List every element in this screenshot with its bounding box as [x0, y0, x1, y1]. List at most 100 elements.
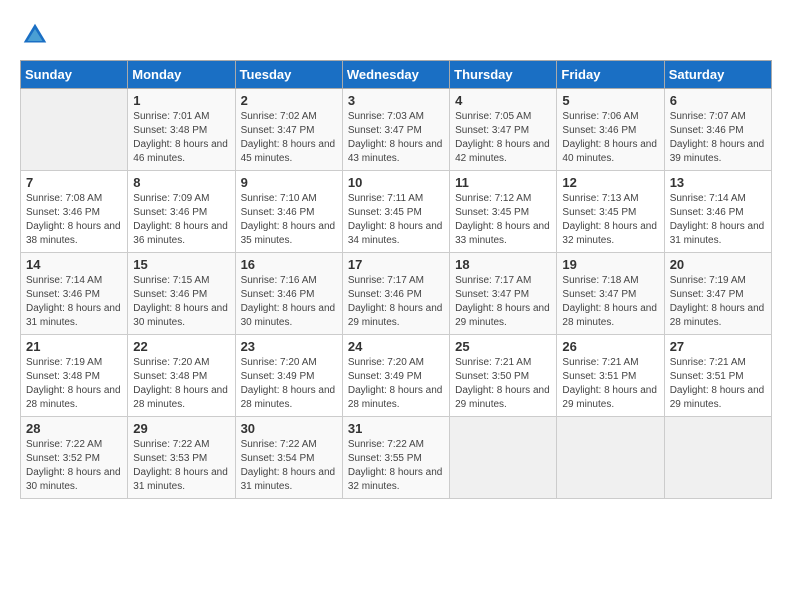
day-info: Sunrise: 7:20 AMSunset: 3:49 PMDaylight:…	[348, 356, 444, 412]
logo-icon	[20, 20, 50, 50]
day-cell: 1Sunrise: 7:01 AMSunset: 3:48 PMDaylight…	[128, 89, 235, 171]
col-sunday: Sunday	[21, 61, 128, 89]
day-info: Sunrise: 7:22 AMSunset: 3:53 PMDaylight:…	[133, 438, 229, 494]
day-number: 12	[562, 175, 658, 190]
week-row-4: 21 Sunrise: 7:19 AMSunset: 3:48 PMDayligh…	[21, 335, 772, 417]
day-info: Sunrise: 7:22 AMSunset: 3:55 PMDaylight:…	[348, 438, 444, 494]
day-number: 23	[241, 339, 337, 354]
day-number: 15	[133, 257, 229, 272]
day-number: 31	[348, 421, 444, 436]
day-cell	[450, 417, 557, 499]
day-info: Sunrise: 7:20 AMSunset: 3:49 PMDaylight:…	[241, 356, 337, 412]
day-cell: 7 Sunrise: 7:08 AMSunset: 3:46 PMDaylight…	[21, 171, 128, 253]
day-info: Sunrise: 7:20 AMSunset: 3:48 PMDaylight:…	[133, 356, 229, 412]
day-number: 19	[562, 257, 658, 272]
day-cell: 20 Sunrise: 7:19 AMSunset: 3:47 PMDayligh…	[664, 253, 771, 335]
day-number: 28	[26, 421, 122, 436]
day-cell	[21, 89, 128, 171]
day-number: 3	[348, 93, 444, 108]
day-info: Sunrise: 7:21 AMSunset: 3:51 PMDaylight:…	[562, 356, 658, 412]
day-info: Sunrise: 7:21 AMSunset: 3:51 PMDaylight:…	[670, 356, 766, 412]
day-number: 6	[670, 93, 766, 108]
day-number: 14	[26, 257, 122, 272]
day-info: Sunrise: 7:10 AMSunset: 3:46 PMDaylight:…	[241, 192, 337, 248]
week-row-5: 28 Sunrise: 7:22 AMSunset: 3:52 PMDayligh…	[21, 417, 772, 499]
day-cell: 28 Sunrise: 7:22 AMSunset: 3:52 PMDayligh…	[21, 417, 128, 499]
day-info: Sunrise: 7:06 AMSunset: 3:46 PMDaylight:…	[562, 110, 658, 166]
day-cell	[557, 417, 664, 499]
day-cell: 19 Sunrise: 7:18 AMSunset: 3:47 PMDayligh…	[557, 253, 664, 335]
day-number: 10	[348, 175, 444, 190]
day-info: Sunrise: 7:19 AMSunset: 3:48 PMDaylight:…	[26, 356, 122, 412]
day-number: 5	[562, 93, 658, 108]
day-cell: 14Sunrise: 7:14 AMSunset: 3:46 PMDayligh…	[21, 253, 128, 335]
day-cell: 13Sunrise: 7:14 AMSunset: 3:46 PMDayligh…	[664, 171, 771, 253]
day-cell: 6 Sunrise: 7:07 AMSunset: 3:46 PMDaylight…	[664, 89, 771, 171]
day-cell: 18 Sunrise: 7:17 AMSunset: 3:47 PMDayligh…	[450, 253, 557, 335]
day-info: Sunrise: 7:17 AMSunset: 3:46 PMDaylight:…	[348, 274, 444, 330]
day-number: 4	[455, 93, 551, 108]
day-number: 16	[241, 257, 337, 272]
day-cell: 10 Sunrise: 7:11 AMSunset: 3:45 PMDayligh…	[342, 171, 449, 253]
day-cell: 8 Sunrise: 7:09 AMSunset: 3:46 PMDaylight…	[128, 171, 235, 253]
day-cell: 9 Sunrise: 7:10 AMSunset: 3:46 PMDaylight…	[235, 171, 342, 253]
day-number: 17	[348, 257, 444, 272]
day-number: 18	[455, 257, 551, 272]
col-monday: Monday	[128, 61, 235, 89]
day-cell: 4Sunrise: 7:05 AMSunset: 3:47 PMDaylight…	[450, 89, 557, 171]
day-number: 29	[133, 421, 229, 436]
col-saturday: Saturday	[664, 61, 771, 89]
calendar-body: 1Sunrise: 7:01 AMSunset: 3:48 PMDaylight…	[21, 89, 772, 499]
week-row-2: 7 Sunrise: 7:08 AMSunset: 3:46 PMDaylight…	[21, 171, 772, 253]
day-info: Sunrise: 7:02 AMSunset: 3:47 PMDaylight:…	[241, 110, 337, 166]
day-cell: 16Sunrise: 7:16 AMSunset: 3:46 PMDayligh…	[235, 253, 342, 335]
day-info: Sunrise: 7:18 AMSunset: 3:47 PMDaylight:…	[562, 274, 658, 330]
day-number: 7	[26, 175, 122, 190]
day-cell: 30Sunrise: 7:22 AMSunset: 3:54 PMDayligh…	[235, 417, 342, 499]
day-info: Sunrise: 7:12 AMSunset: 3:45 PMDaylight:…	[455, 192, 551, 248]
day-cell: 17 Sunrise: 7:17 AMSunset: 3:46 PMDayligh…	[342, 253, 449, 335]
calendar-header: Sunday Monday Tuesday Wednesday Thursday…	[21, 61, 772, 89]
day-cell: 3 Sunrise: 7:03 AMSunset: 3:47 PMDaylight…	[342, 89, 449, 171]
day-number: 13	[670, 175, 766, 190]
day-number: 9	[241, 175, 337, 190]
day-number: 20	[670, 257, 766, 272]
day-info: Sunrise: 7:11 AMSunset: 3:45 PMDaylight:…	[348, 192, 444, 248]
day-number: 21	[26, 339, 122, 354]
day-cell: 5 Sunrise: 7:06 AMSunset: 3:46 PMDaylight…	[557, 89, 664, 171]
day-cell: 25Sunrise: 7:21 AMSunset: 3:50 PMDayligh…	[450, 335, 557, 417]
day-cell: 21 Sunrise: 7:19 AMSunset: 3:48 PMDayligh…	[21, 335, 128, 417]
col-tuesday: Tuesday	[235, 61, 342, 89]
logo	[20, 20, 54, 50]
page-header	[20, 20, 772, 50]
day-cell: 23 Sunrise: 7:20 AMSunset: 3:49 PMDayligh…	[235, 335, 342, 417]
day-number: 27	[670, 339, 766, 354]
day-number: 22	[133, 339, 229, 354]
day-info: Sunrise: 7:15 AMSunset: 3:46 PMDaylight:…	[133, 274, 229, 330]
day-info: Sunrise: 7:17 AMSunset: 3:47 PMDaylight:…	[455, 274, 551, 330]
day-cell: 12 Sunrise: 7:13 AMSunset: 3:45 PMDayligh…	[557, 171, 664, 253]
day-cell: 15 Sunrise: 7:15 AMSunset: 3:46 PMDayligh…	[128, 253, 235, 335]
day-number: 26	[562, 339, 658, 354]
day-number: 11	[455, 175, 551, 190]
day-info: Sunrise: 7:07 AMSunset: 3:46 PMDaylight:…	[670, 110, 766, 166]
col-friday: Friday	[557, 61, 664, 89]
day-info: Sunrise: 7:13 AMSunset: 3:45 PMDaylight:…	[562, 192, 658, 248]
day-info: Sunrise: 7:03 AMSunset: 3:47 PMDaylight:…	[348, 110, 444, 166]
day-cell	[664, 417, 771, 499]
week-row-1: 1Sunrise: 7:01 AMSunset: 3:48 PMDaylight…	[21, 89, 772, 171]
day-number: 30	[241, 421, 337, 436]
week-row-3: 14Sunrise: 7:14 AMSunset: 3:46 PMDayligh…	[21, 253, 772, 335]
day-info: Sunrise: 7:08 AMSunset: 3:46 PMDaylight:…	[26, 192, 122, 248]
calendar-table: Sunday Monday Tuesday Wednesday Thursday…	[20, 60, 772, 499]
day-info: Sunrise: 7:19 AMSunset: 3:47 PMDaylight:…	[670, 274, 766, 330]
day-info: Sunrise: 7:09 AMSunset: 3:46 PMDaylight:…	[133, 192, 229, 248]
day-number: 8	[133, 175, 229, 190]
day-info: Sunrise: 7:22 AMSunset: 3:52 PMDaylight:…	[26, 438, 122, 494]
day-cell: 22 Sunrise: 7:20 AMSunset: 3:48 PMDayligh…	[128, 335, 235, 417]
header-row: Sunday Monday Tuesday Wednesday Thursday…	[21, 61, 772, 89]
day-cell: 11 Sunrise: 7:12 AMSunset: 3:45 PMDayligh…	[450, 171, 557, 253]
day-number: 1	[133, 93, 229, 108]
day-number: 24	[348, 339, 444, 354]
day-cell: 29 Sunrise: 7:22 AMSunset: 3:53 PMDayligh…	[128, 417, 235, 499]
